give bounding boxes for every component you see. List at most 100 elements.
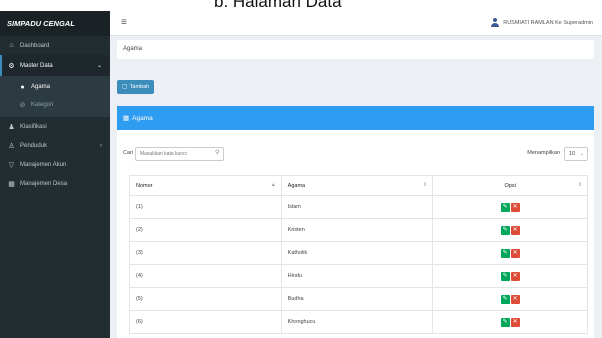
table-row: (1) Islam ✎ ✕ bbox=[129, 195, 588, 219]
delete-icon[interactable]: ✕ bbox=[510, 271, 520, 281]
cell-nomor: (2) bbox=[129, 218, 282, 242]
sidebar-item-master-data[interactable]: ⚙ Master Data ⌄ bbox=[0, 55, 110, 76]
cell-agama: Kristen bbox=[280, 218, 434, 242]
home-icon: ⌂ bbox=[9, 42, 14, 49]
sidebar-item-dashboard[interactable]: ⌂ Dashboard bbox=[0, 36, 110, 55]
dot-icon: ● bbox=[20, 83, 25, 91]
user-avatar-icon bbox=[491, 18, 500, 27]
delete-icon[interactable]: ✕ bbox=[510, 202, 520, 212]
tambah-button-label: Tambah bbox=[129, 84, 150, 90]
table-row: (6) Khonghucu ✎ ✕ bbox=[129, 310, 588, 334]
agama-table: Nomor ▲ Agama ⇕ Opsi ⇕ (1) Islam ✎ ✕ (2) Kri… bbox=[129, 175, 588, 334]
sidebar-subitem-agama[interactable]: ● Agama bbox=[0, 78, 110, 96]
sidebar-subitem-label: Kategori bbox=[31, 102, 54, 108]
tag-icon: ⊘ bbox=[19, 102, 26, 109]
table-header-row: Nomor ▲ Agama ⇕ Opsi ⇕ bbox=[129, 175, 588, 196]
tambah-button[interactable]: ▢ Tambah bbox=[117, 80, 155, 94]
cell-opsi: ✎ ✕ bbox=[432, 264, 588, 288]
column-header-opsi[interactable]: Opsi ⇕ bbox=[432, 175, 588, 196]
table-icon: ▦ bbox=[123, 115, 130, 122]
search-input[interactable] bbox=[135, 147, 224, 161]
delete-icon[interactable]: ✕ bbox=[510, 248, 520, 258]
sort-asc-icon: ▲ bbox=[270, 182, 276, 188]
master-data-submenu: ● Agama ⊘ Kategori bbox=[0, 76, 110, 117]
building-icon: ▦ bbox=[8, 180, 15, 188]
column-header-label: Opsi bbox=[504, 182, 516, 189]
main-content: Agama ▢ Tambah ▦ Agama Cari ⚲ Menampilka… bbox=[110, 36, 602, 338]
cell-opsi: ✎ ✕ bbox=[432, 218, 588, 242]
sidebar: SIMPADU CENGAL ⌂ Dashboard ⚙ Master Data… bbox=[0, 11, 110, 338]
user-name: RUSMIATI RAMLAN Ke Superadmin bbox=[503, 19, 593, 26]
sidebar-item-label: Manajemen Akun bbox=[20, 161, 67, 168]
breadcrumb: Agama bbox=[117, 40, 594, 59]
caption-text: b. Halaman Data bbox=[214, 0, 342, 11]
edit-icon[interactable]: ✎ bbox=[500, 317, 510, 327]
table-toolbar: Cari ⚲ Menampilkan 10 ⌄ bbox=[123, 146, 588, 162]
gear-icon: ⚙ bbox=[8, 62, 15, 70]
panel-title: Agama bbox=[132, 114, 153, 122]
column-header-nomor[interactable]: Nomor ▲ bbox=[129, 175, 282, 196]
cell-opsi: ✎ ✕ bbox=[432, 310, 588, 334]
search-label: Cari bbox=[123, 150, 134, 156]
cell-nomor: (6) bbox=[129, 310, 282, 334]
delete-icon[interactable]: ✕ bbox=[510, 225, 520, 235]
page-size-select[interactable]: 10 ⌄ bbox=[564, 147, 588, 161]
table-row: (4) Hindu ✎ ✕ bbox=[129, 264, 588, 288]
sidebar-item-manajemen-desa[interactable]: ▦ Manajemen Desa bbox=[0, 174, 110, 193]
cell-nomor: (5) bbox=[129, 287, 282, 311]
page-size-value: 10 bbox=[569, 151, 576, 157]
app-brand[interactable]: SIMPADU CENGAL bbox=[0, 11, 110, 36]
delete-icon[interactable]: ✕ bbox=[510, 317, 520, 327]
sidebar-item-label: Dashboard bbox=[20, 42, 50, 49]
cell-opsi: ✎ ✕ bbox=[432, 195, 588, 219]
chevron-down-icon: ⌄ bbox=[579, 151, 584, 157]
sidebar-item-label: Penduduk bbox=[20, 142, 48, 149]
cell-agama: Budha bbox=[280, 287, 434, 311]
chevron-down-icon: ⌄ bbox=[96, 63, 102, 69]
sort-icon: ⇕ bbox=[423, 182, 428, 188]
top-navbar: ≡ RUSMIATI RAMLAN Ke Superadmin bbox=[110, 11, 602, 36]
column-header-label: Nomor bbox=[136, 182, 153, 189]
filter-icon: ▽ bbox=[8, 161, 15, 169]
delete-icon[interactable]: ✕ bbox=[510, 294, 520, 304]
panel-header: ▦ Agama bbox=[117, 106, 594, 130]
sidebar-item-penduduk[interactable]: ♙ Penduduk › bbox=[0, 136, 110, 155]
hamburger-menu-icon[interactable]: ≡ bbox=[121, 17, 127, 28]
search-icon[interactable]: ⚲ bbox=[215, 149, 219, 156]
agama-data-panel: ▦ Agama Cari ⚲ Menampilkan 10 ⌄ Nomor ▲ A… bbox=[117, 106, 594, 338]
sidebar-item-label: Klasifikasi bbox=[20, 123, 47, 130]
cell-agama: Khonghucu bbox=[280, 310, 434, 334]
edit-icon[interactable]: ✎ bbox=[500, 271, 510, 281]
user-menu[interactable]: RUSMIATI RAMLAN Ke Superadmin bbox=[491, 18, 593, 27]
cell-agama: Katholik bbox=[280, 241, 434, 265]
sidebar-subitem-kategori[interactable]: ⊘ Kategori bbox=[0, 96, 110, 114]
cell-nomor: (3) bbox=[129, 241, 282, 265]
table-row: (2) Kristen ✎ ✕ bbox=[129, 218, 588, 242]
edit-icon[interactable]: ✎ bbox=[500, 202, 510, 212]
table-row: (5) Budha ✎ ✕ bbox=[129, 287, 588, 311]
edit-icon[interactable]: ✎ bbox=[500, 225, 510, 235]
column-header-label: Agama bbox=[287, 182, 306, 189]
cell-nomor: (4) bbox=[129, 264, 282, 288]
figure-caption: b. Halaman Data bbox=[0, 0, 602, 11]
sitemap-icon: ♟ bbox=[8, 123, 15, 131]
sidebar-item-label: Manajemen Desa bbox=[20, 180, 68, 187]
sort-icon: ⇕ bbox=[577, 182, 582, 188]
table-row: (3) Katholik ✎ ✕ bbox=[129, 241, 588, 265]
add-file-icon: ▢ bbox=[122, 84, 128, 90]
edit-icon[interactable]: ✎ bbox=[500, 294, 510, 304]
users-icon: ♙ bbox=[8, 142, 15, 150]
column-header-agama[interactable]: Agama ⇕ bbox=[280, 175, 434, 196]
sidebar-subitem-label: Agama bbox=[31, 84, 51, 90]
cell-opsi: ✎ ✕ bbox=[432, 287, 588, 311]
cell-agama: Islam bbox=[280, 195, 434, 219]
sidebar-item-label: Master Data bbox=[20, 62, 53, 69]
cell-nomor: (1) bbox=[129, 195, 282, 219]
sidebar-item-manajemen-akun[interactable]: ▽ Manajemen Akun bbox=[0, 155, 110, 174]
sidebar-item-klasifikasi[interactable]: ♟ Klasifikasi bbox=[0, 117, 110, 136]
cell-opsi: ✎ ✕ bbox=[432, 241, 588, 265]
edit-icon[interactable]: ✎ bbox=[500, 248, 510, 258]
cell-agama: Hindu bbox=[280, 264, 434, 288]
chevron-right-icon: › bbox=[100, 142, 102, 149]
page-size-label: Menampilkan bbox=[527, 150, 560, 156]
